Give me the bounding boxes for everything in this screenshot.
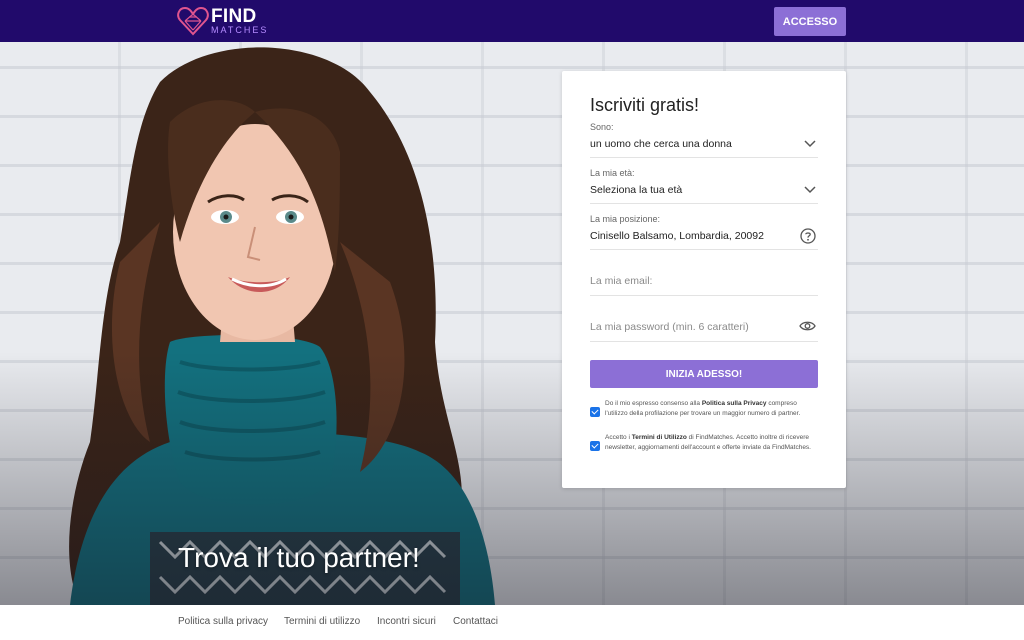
age-label: La mia età: (590, 168, 635, 178)
location-field[interactable]: La mia posizione: Cinisello Balsamo, Lom… (590, 214, 818, 250)
footer-link-contact[interactable]: Contattaci (453, 616, 498, 627)
password-field[interactable]: La mia password (min. 6 caratteri) (590, 321, 818, 342)
terms-checkbox[interactable] (590, 441, 600, 451)
chevron-down-icon (804, 186, 816, 194)
age-value: Seleziona la tua età (590, 184, 683, 196)
privacy-checkbox[interactable] (590, 407, 600, 417)
signup-title: Iscriviti gratis! (590, 95, 700, 115)
gender-label: Sono: (590, 122, 614, 132)
privacy-consent: Do il mio espresso consenso alla Politic… (590, 399, 818, 419)
age-select[interactable]: La mia età: Seleziona la tua età (590, 168, 818, 204)
top-bar: FIND MATCHES ACCESSO (0, 0, 1024, 42)
password-placeholder: La mia password (min. 6 caratteri) (590, 321, 749, 333)
gender-select[interactable]: Sono: un uomo che cerca una donna (590, 122, 818, 158)
logo-find-text: FIND (211, 6, 257, 27)
email-field[interactable]: La mia email: (590, 275, 818, 296)
terms-consent-prefix: Accetto i (605, 434, 632, 441)
footer: Politica sulla privacy Termini di utiliz… (0, 605, 1024, 640)
gender-value: un uomo che cerca una donna (590, 138, 732, 150)
terms-consent-text: Accetto i Termini di Utilizzo di FindMat… (605, 433, 818, 453)
email-placeholder: La mia email: (590, 275, 653, 287)
start-now-button[interactable]: INIZIA ADESSO! (590, 360, 818, 388)
footer-link-privacy[interactable]: Politica sulla privacy (178, 616, 268, 627)
privacy-policy-link[interactable]: Politica sulla Privacy (702, 400, 767, 407)
logo[interactable]: FIND MATCHES (177, 6, 268, 36)
hero-section: Trova il tuo partner! (0, 42, 1024, 605)
chevron-down-icon (804, 140, 816, 148)
question-circle-icon[interactable] (800, 228, 816, 244)
footer-link-safe-dating[interactable]: Incontri sicuri (377, 616, 436, 627)
privacy-consent-prefix: Do il mio espresso consenso alla (605, 400, 702, 407)
logo-matches-text: MATCHES (211, 25, 269, 35)
hero-gradient-overlay (0, 42, 1024, 605)
terms-consent: Accetto i Termini di Utilizzo di FindMat… (590, 433, 818, 453)
privacy-consent-text: Do il mio espresso consenso alla Politic… (605, 399, 818, 419)
footer-link-terms[interactable]: Termini di utilizzo (284, 616, 360, 627)
eye-icon[interactable] (799, 320, 816, 332)
login-button[interactable]: ACCESSO (774, 7, 846, 36)
location-value: Cinisello Balsamo, Lombardia, 20092 (590, 230, 764, 242)
signup-card: Iscriviti gratis! Sono: un uomo che cerc… (562, 71, 846, 488)
terms-of-use-link[interactable]: Termini di Utilizzo (632, 434, 687, 441)
heart-logo-icon (177, 6, 209, 36)
location-label: La mia posizione: (590, 214, 661, 224)
hero-title: Trova il tuo partner! (178, 542, 420, 573)
